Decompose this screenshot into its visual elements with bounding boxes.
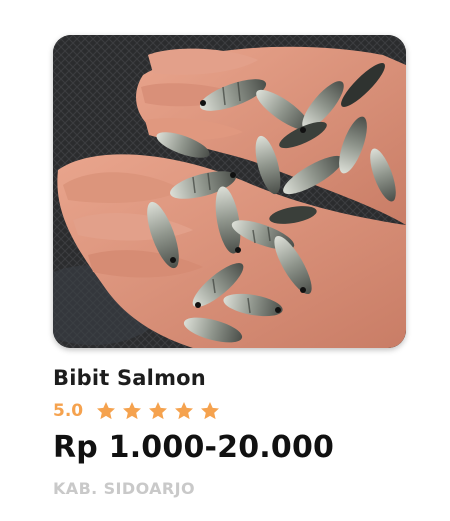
star-icon: [149, 402, 168, 420]
fish-photo-illustration: [53, 35, 406, 348]
star-icon: [97, 402, 116, 420]
rating-value: 5.0: [53, 401, 84, 421]
star-rating: [95, 400, 221, 422]
star-icon: [201, 402, 220, 420]
product-title[interactable]: Bibit Salmon: [53, 364, 206, 392]
star-icon: [123, 402, 142, 420]
product-price: Rp 1.000-20.000: [53, 430, 335, 465]
product-image[interactable]: [53, 35, 406, 348]
seller-location: KAB. SIDOARJO: [53, 479, 196, 498]
rating-row: 5.0: [53, 398, 221, 424]
product-card[interactable]: Bibit Salmon 5.0 Rp 1.000-20.000 KAB. SI…: [0, 0, 450, 521]
star-icon: [175, 402, 194, 420]
